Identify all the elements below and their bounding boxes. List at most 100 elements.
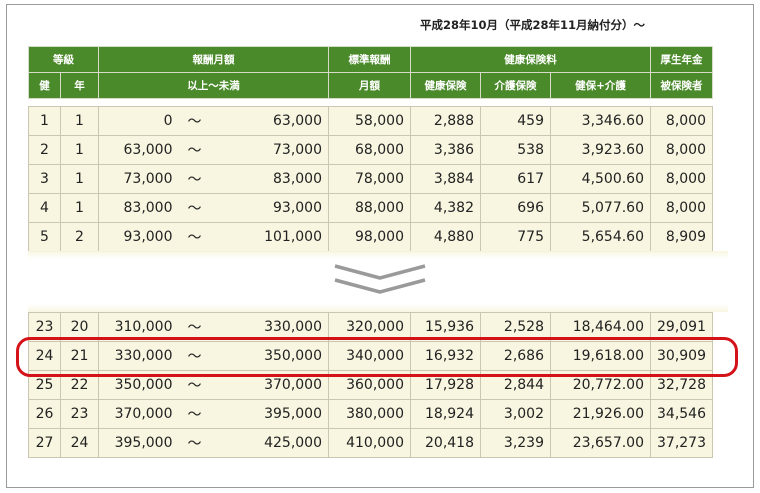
grade-nen-cell: 2 xyxy=(60,222,99,252)
grade-nen-cell: 23 xyxy=(60,399,99,429)
pension-cell: 8,000 xyxy=(650,193,713,223)
header-health-insurance: 健康保険料 xyxy=(410,46,651,73)
pay-tilde-cell: 〜 xyxy=(174,193,215,223)
highlighted-row-outline xyxy=(16,337,738,377)
health-insurance-cell: 18,924 xyxy=(410,399,481,429)
care-insurance-cell: 459 xyxy=(480,106,551,136)
grade-nen-cell: 24 xyxy=(60,428,99,458)
header-monthly: 月額 xyxy=(328,72,411,99)
pay-lower-cell: 83,000 xyxy=(98,193,175,223)
bottom-rows-table: 23 20 310,000 〜 330,000 320,000 15,936 2,528 18,… xyxy=(28,312,713,458)
pension-cell: 8,000 xyxy=(650,164,713,194)
top-rows-table: 1 1 0 〜 63,000 58,000 2,888 459 3,346.60 8,000 2 1 6… xyxy=(28,106,713,252)
header-table: 等級 報酬月額 標準報酬 健康保険料 厚生年金 健 年 以上〜未満 月額 健康保… xyxy=(28,46,713,99)
header-care: 介護保険 xyxy=(480,72,551,99)
health-care-total-cell: 3,346.60 xyxy=(550,106,651,136)
header-row-2: 健 年 以上〜未満 月額 健康保険 介護保険 健保+介護 被保険者 xyxy=(28,72,713,99)
standard-pay-cell: 380,000 xyxy=(328,399,411,429)
pay-tilde-cell: 〜 xyxy=(174,222,215,252)
header-monthly-pay: 報酬月額 xyxy=(98,46,329,73)
pay-lower-cell: 370,000 xyxy=(98,399,175,429)
table-caption: 平成28年10月（平成28年11月納付分）〜 xyxy=(420,18,646,32)
care-insurance-cell: 3,239 xyxy=(480,428,551,458)
pay-upper-cell: 395,000 xyxy=(214,399,329,429)
grade-ken-cell: 5 xyxy=(28,222,61,252)
health-care-total-cell: 4,500.60 xyxy=(550,164,651,194)
pay-upper-cell: 83,000 xyxy=(214,164,329,194)
grade-ken-cell: 27 xyxy=(28,428,61,458)
pay-lower-cell: 395,000 xyxy=(98,428,175,458)
standard-pay-cell: 68,000 xyxy=(328,135,411,165)
grade-ken-cell: 26 xyxy=(28,399,61,429)
table-fade-bottom xyxy=(28,304,728,312)
pension-cell: 8,909 xyxy=(650,222,713,252)
header-grade: 等級 xyxy=(28,46,99,73)
health-insurance-cell: 2,888 xyxy=(410,106,481,136)
pension-cell: 8,000 xyxy=(650,106,713,136)
pay-upper-cell: 63,000 xyxy=(214,106,329,136)
standard-pay-cell: 410,000 xyxy=(328,428,411,458)
header-insured: 被保険者 xyxy=(650,72,713,99)
pay-lower-cell: 63,000 xyxy=(98,135,175,165)
health-care-total-cell: 5,077.60 xyxy=(550,193,651,223)
grade-nen-cell: 1 xyxy=(60,106,99,136)
grade-nen-cell: 1 xyxy=(60,193,99,223)
health-insurance-cell: 3,884 xyxy=(410,164,481,194)
health-care-total-cell: 5,654.60 xyxy=(550,222,651,252)
grade-nen-cell: 1 xyxy=(60,164,99,194)
care-insurance-cell: 617 xyxy=(480,164,551,194)
standard-pay-cell: 98,000 xyxy=(328,222,411,252)
pay-tilde-cell: 〜 xyxy=(174,428,215,458)
pension-cell: 34,546 xyxy=(650,399,713,429)
header-ken: 健 xyxy=(28,72,61,99)
grade-ken-cell: 1 xyxy=(28,106,61,136)
pay-upper-cell: 73,000 xyxy=(214,135,329,165)
grade-ken-cell: 4 xyxy=(28,193,61,223)
pay-upper-cell: 425,000 xyxy=(214,428,329,458)
table-row: 26 23 370,000 〜 395,000 380,000 18,924 3,002 21,… xyxy=(28,399,713,429)
pension-cell: 8,000 xyxy=(650,135,713,165)
health-care-total-cell: 3,923.60 xyxy=(550,135,651,165)
care-insurance-cell: 538 xyxy=(480,135,551,165)
care-insurance-cell: 3,002 xyxy=(480,399,551,429)
table-row: 1 1 0 〜 63,000 58,000 2,888 459 3,346.60 8,000 xyxy=(28,106,713,136)
pay-upper-cell: 101,000 xyxy=(214,222,329,252)
care-insurance-cell: 775 xyxy=(480,222,551,252)
pay-tilde-cell: 〜 xyxy=(174,399,215,429)
health-insurance-cell: 3,386 xyxy=(410,135,481,165)
header-standard-pay: 標準報酬 xyxy=(328,46,411,73)
table-row: 27 24 395,000 〜 425,000 410,000 20,418 3,239 23,… xyxy=(28,428,713,458)
pay-tilde-cell: 〜 xyxy=(174,164,215,194)
pension-cell: 37,273 xyxy=(650,428,713,458)
table-row: 2 1 63,000 〜 73,000 68,000 3,386 538 3,923.60 8,0… xyxy=(28,135,713,165)
pay-lower-cell: 93,000 xyxy=(98,222,175,252)
table-row: 4 1 83,000 〜 93,000 88,000 4,382 696 5,077.60 8,0… xyxy=(28,193,713,223)
health-insurance-cell: 4,382 xyxy=(410,193,481,223)
pay-upper-cell: 93,000 xyxy=(214,193,329,223)
pay-tilde-cell: 〜 xyxy=(174,135,215,165)
grade-ken-cell: 2 xyxy=(28,135,61,165)
health-insurance-cell: 20,418 xyxy=(410,428,481,458)
pay-tilde-cell: 〜 xyxy=(174,106,215,136)
header-health: 健康保険 xyxy=(410,72,481,99)
health-care-total-cell: 21,926.00 xyxy=(550,399,651,429)
header-health-care: 健保+介護 xyxy=(550,72,651,99)
double-chevron-down-icon xyxy=(334,264,426,294)
pay-lower-cell: 73,000 xyxy=(98,164,175,194)
health-care-total-cell: 23,657.00 xyxy=(550,428,651,458)
health-insurance-cell: 4,880 xyxy=(410,222,481,252)
table-row: 5 2 93,000 〜 101,000 98,000 4,880 775 5,654.60 8,… xyxy=(28,222,713,252)
standard-pay-cell: 58,000 xyxy=(328,106,411,136)
table-row: 3 1 73,000 〜 83,000 78,000 3,884 617 4,500.60 8,0… xyxy=(28,164,713,194)
grade-ken-cell: 3 xyxy=(28,164,61,194)
care-insurance-cell: 696 xyxy=(480,193,551,223)
standard-pay-cell: 78,000 xyxy=(328,164,411,194)
header-range: 以上〜未満 xyxy=(98,72,329,99)
standard-pay-cell: 88,000 xyxy=(328,193,411,223)
header-pension: 厚生年金 xyxy=(650,46,713,73)
table-fade-top xyxy=(28,251,728,259)
header-row-1: 等級 報酬月額 標準報酬 健康保険料 厚生年金 xyxy=(28,46,713,73)
pay-lower-cell: 0 xyxy=(98,106,175,136)
header-nen: 年 xyxy=(60,72,99,99)
grade-nen-cell: 1 xyxy=(60,135,99,165)
